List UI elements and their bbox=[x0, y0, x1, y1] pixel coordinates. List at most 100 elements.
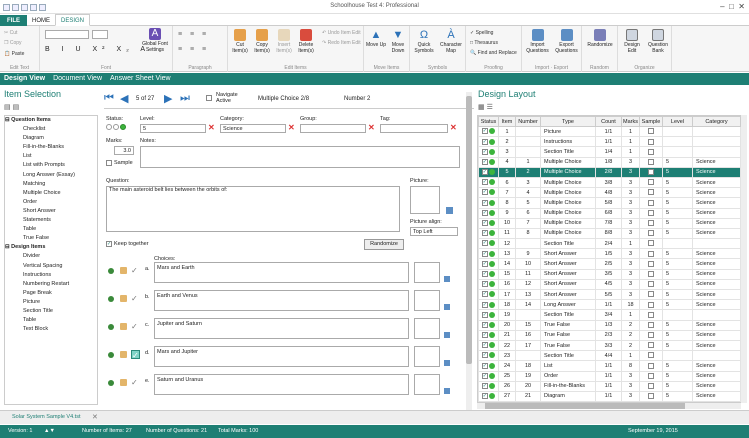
cell-sample[interactable] bbox=[639, 217, 663, 229]
status-cell[interactable]: ✓ bbox=[478, 288, 499, 301]
sample-checkbox[interactable] bbox=[648, 158, 654, 165]
tag-select[interactable] bbox=[380, 124, 448, 133]
lock-icon[interactable] bbox=[120, 267, 127, 274]
cell-sample[interactable] bbox=[639, 258, 663, 270]
row-checkbox[interactable]: ✓ bbox=[481, 138, 488, 145]
layout-hscrollbar[interactable] bbox=[477, 403, 741, 409]
sample-checkbox[interactable] bbox=[648, 383, 654, 390]
status-cell[interactable]: ✓ bbox=[478, 238, 499, 250]
tab-document-view[interactable]: Document View bbox=[49, 73, 106, 85]
sample-checkbox[interactable] bbox=[648, 270, 654, 277]
table-row[interactable]: ✓ 21 16 True False 2/3 2 5 Science bbox=[478, 329, 741, 341]
tree-item[interactable]: Text Block bbox=[5, 325, 97, 334]
choice-status-dot[interactable] bbox=[108, 268, 114, 274]
tree-item[interactable]: Section Title bbox=[5, 307, 97, 316]
cut-button[interactable]: ✂ Cut bbox=[4, 30, 17, 36]
font-size-select[interactable] bbox=[92, 30, 108, 39]
choice-picture-box[interactable] bbox=[414, 290, 440, 311]
status-cell[interactable]: ✓ bbox=[478, 156, 499, 168]
table-row[interactable]: ✓ 13 9 Short Answer 1/5 3 5 Science bbox=[478, 248, 741, 260]
table-row[interactable]: ✓ 15 11 Short Answer 3/5 3 5 Science bbox=[478, 268, 741, 280]
move-up-button[interactable]: ▲ Move Up bbox=[366, 29, 386, 48]
row-checkbox[interactable]: ✓ bbox=[481, 311, 488, 318]
column-header[interactable]: Sample bbox=[639, 116, 663, 127]
sample-checkbox[interactable] bbox=[648, 148, 654, 155]
row-checkbox[interactable]: ✓ bbox=[481, 332, 488, 339]
table-row[interactable]: ✓ 26 20 Fill-in-the-Blanks 1/1 3 5 Science bbox=[478, 380, 741, 392]
status-cell[interactable]: ✓ bbox=[478, 187, 499, 199]
row-checkbox[interactable]: ✓ bbox=[481, 199, 488, 206]
row-checkbox[interactable]: ✓ bbox=[481, 383, 488, 390]
table-row[interactable]: ✓ 2 Instructions 1/1 1 bbox=[478, 136, 741, 148]
randomize-button[interactable]: Randomize bbox=[364, 239, 404, 250]
status-cell[interactable]: ✓ bbox=[478, 309, 499, 321]
row-checkbox[interactable]: ✓ bbox=[481, 352, 488, 359]
cell-sample[interactable] bbox=[639, 339, 663, 352]
close-icon[interactable]: ✕ bbox=[738, 2, 745, 11]
row-checkbox[interactable]: ✓ bbox=[481, 230, 488, 237]
tree-group[interactable]: ⊟ Design Items bbox=[5, 243, 97, 252]
paragraph-buttons[interactable]: ≡ ≡ ≡ bbox=[178, 31, 209, 38]
row-checkbox[interactable]: ✓ bbox=[481, 362, 488, 369]
column-header[interactable]: Level bbox=[662, 116, 693, 127]
table-row[interactable]: ✓ 24 18 List 1/1 8 5 Science bbox=[478, 360, 741, 372]
cell-sample[interactable] bbox=[639, 370, 663, 382]
sample-checkbox[interactable] bbox=[648, 291, 654, 298]
tree-item[interactable]: Long Answer (Essay) bbox=[5, 171, 97, 180]
status-cell[interactable]: ✓ bbox=[478, 370, 499, 382]
correct-check-icon[interactable]: ✓ bbox=[131, 266, 140, 275]
import-questions-button[interactable]: Import Questions bbox=[524, 29, 551, 54]
sample-checkbox[interactable] bbox=[648, 230, 654, 237]
status-cell[interactable]: ✓ bbox=[478, 268, 499, 280]
undo-item-button[interactable]: ↶ Undo Item Edit bbox=[322, 30, 361, 36]
status-cell[interactable]: ✓ bbox=[478, 329, 499, 341]
table-row[interactable]: ✓ 17 13 Short Answer 5/5 3 5 Science bbox=[478, 288, 741, 301]
sample-checkbox[interactable] bbox=[648, 372, 654, 379]
row-checkbox[interactable]: ✓ bbox=[481, 158, 488, 165]
table-row[interactable]: ✓ 20 15 True False 1/3 2 5 Science bbox=[478, 319, 741, 331]
correct-check-icon[interactable]: ✓ bbox=[131, 322, 140, 331]
row-checkbox[interactable]: ✓ bbox=[481, 240, 488, 247]
font-format-buttons[interactable]: B I U X² X₂ A bbox=[45, 46, 150, 53]
global-font-button[interactable]: A Global Font Settings bbox=[138, 28, 172, 53]
choice-picture-browse-icon[interactable] bbox=[444, 332, 450, 338]
cell-sample[interactable] bbox=[639, 187, 663, 199]
tab-design-view[interactable]: Design View bbox=[0, 73, 49, 85]
sample-checkbox[interactable] bbox=[648, 301, 654, 308]
clear-tag-icon[interactable]: ✕ bbox=[450, 124, 457, 132]
lock-icon[interactable] bbox=[120, 295, 127, 302]
cell-sample[interactable] bbox=[639, 350, 663, 362]
choice-picture-browse-icon[interactable] bbox=[444, 388, 450, 394]
level-select[interactable]: 5 bbox=[140, 124, 206, 133]
status-cell[interactable]: ✓ bbox=[478, 248, 499, 260]
status-cell[interactable]: ✓ bbox=[478, 176, 499, 189]
design-edit-button[interactable]: Design Edit bbox=[620, 29, 644, 54]
clear-category-icon[interactable]: ✕ bbox=[288, 124, 295, 132]
choice-text-input[interactable]: Jupiter and Saturn bbox=[154, 318, 409, 339]
tree-item[interactable]: List with Prompts bbox=[5, 161, 97, 170]
status-cell[interactable]: ✓ bbox=[478, 258, 499, 270]
sample-checkbox[interactable] bbox=[648, 332, 654, 339]
lock-icon[interactable] bbox=[120, 323, 127, 330]
question-bank-button[interactable]: Question Bank bbox=[646, 29, 670, 54]
status-cell[interactable]: ✓ bbox=[478, 125, 499, 138]
status-cell[interactable]: ✓ bbox=[478, 339, 499, 352]
cell-sample[interactable] bbox=[639, 309, 663, 321]
row-checkbox[interactable]: ✓ bbox=[481, 342, 488, 349]
tree-item[interactable]: Multiple Choice bbox=[5, 189, 97, 198]
status-dot-active[interactable] bbox=[120, 124, 126, 130]
table-row[interactable]: ✓ 5 2 Multiple Choice 2/8 3 5 Science bbox=[478, 166, 741, 178]
lock-icon[interactable] bbox=[120, 379, 127, 386]
choice-picture-box[interactable] bbox=[414, 318, 440, 339]
table-row[interactable]: ✓ 23 Section Title 4/4 1 bbox=[478, 350, 741, 362]
cell-sample[interactable] bbox=[639, 125, 663, 138]
tree-item[interactable]: Diagram bbox=[5, 134, 97, 143]
row-checkbox[interactable]: ✓ bbox=[481, 270, 488, 277]
cell-sample[interactable] bbox=[639, 299, 663, 311]
table-row[interactable]: ✓ 8 5 Multiple Choice 5/8 3 5 Science bbox=[478, 197, 741, 209]
choice-picture-browse-icon[interactable] bbox=[444, 304, 450, 310]
status-cell[interactable]: ✓ bbox=[478, 217, 499, 229]
table-row[interactable]: ✓ 27 21 Diagram 1/1 3 5 Science bbox=[478, 390, 741, 402]
status-cell[interactable]: ✓ bbox=[478, 197, 499, 209]
sample-checkbox[interactable] bbox=[648, 128, 654, 135]
